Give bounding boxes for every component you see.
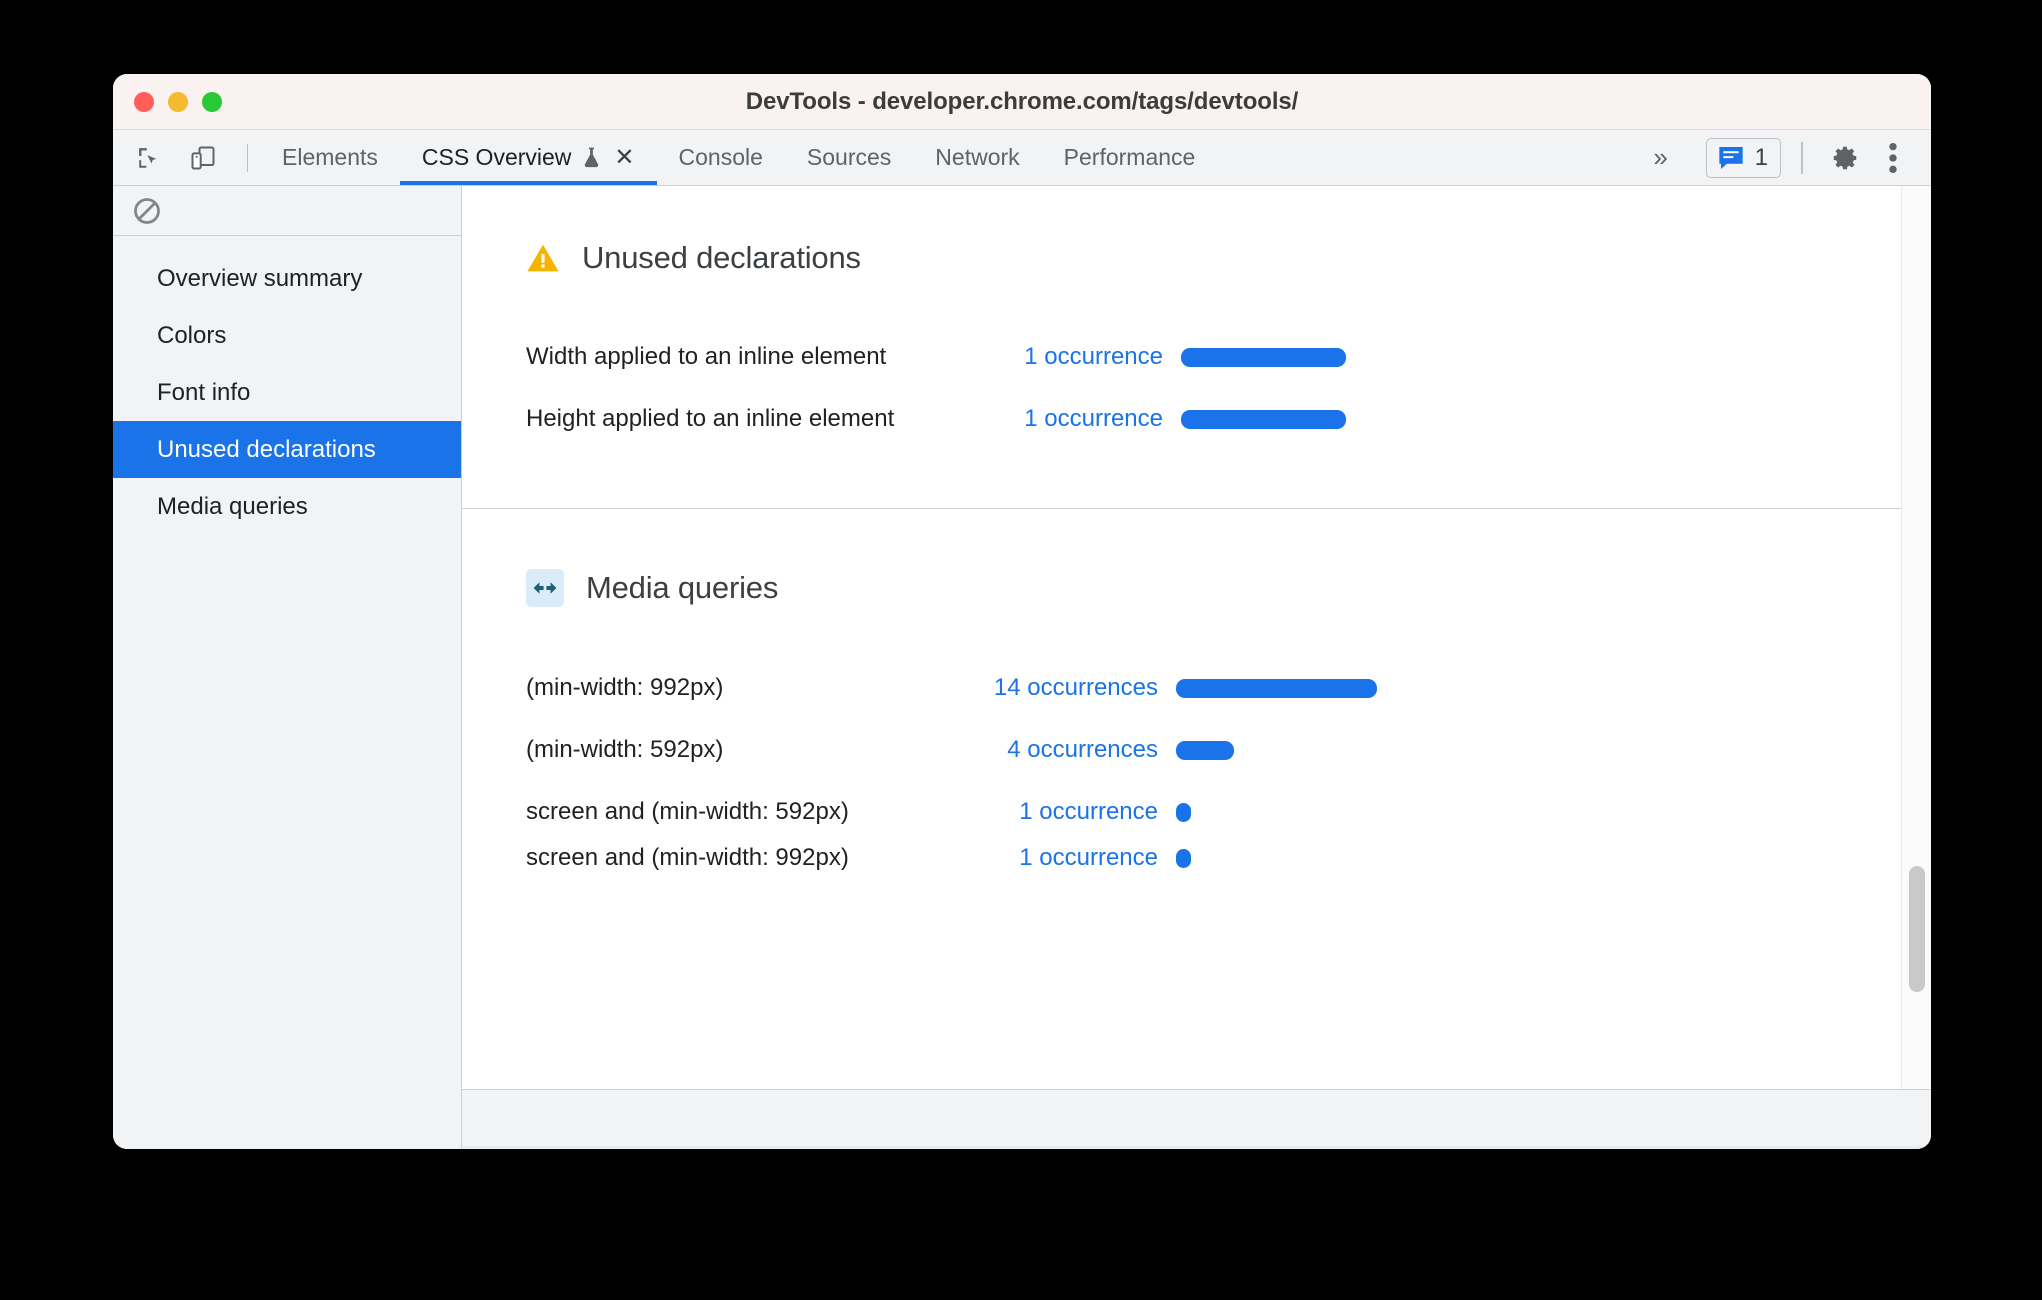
toolbar-left-icons [113,130,260,185]
row-bar [1181,347,1346,367]
row-bar [1176,678,1377,698]
tab-sources[interactable]: Sources [785,130,913,185]
row-occurrences-link[interactable]: 1 occurrence [966,343,1181,371]
clear-overview-button[interactable] [127,191,167,231]
content-scrollbar[interactable] [1901,186,1931,1089]
issues-counter-button[interactable]: 1 [1705,137,1781,178]
left-right-arrows-icon [526,569,564,607]
settings-button[interactable] [1823,136,1867,180]
sidebar-items: Overview summary Colors Font info Unused… [113,236,461,535]
tab-console[interactable]: Console [657,130,785,185]
tab-elements[interactable]: Elements [260,130,400,185]
unused-declaration-row[interactable]: Height applied to an inline element 1 oc… [526,388,1931,450]
row-occurrences-link[interactable]: 1 occurrence [946,798,1176,826]
tab-sources-label: Sources [806,144,892,170]
sidebar-item-font-info[interactable]: Font info [113,364,461,421]
row-label: screen and (min-width: 592px) [526,798,849,825]
warning-triangle-icon [527,244,559,272]
customize-devtools-button[interactable] [1871,136,1915,180]
sidebar-item-overview-summary[interactable]: Overview summary [113,250,461,307]
tab-console-label: Console [678,144,763,170]
sidebar-item-colors[interactable]: Colors [113,307,461,364]
tab-elements-label: Elements [282,144,378,170]
close-css-overview-tab-button[interactable]: ✕ [614,145,634,170]
row-bar [1176,802,1191,822]
gear-icon [1833,146,1857,169]
sidebar-item-label: Overview summary [157,264,363,292]
flask-icon [581,146,602,169]
more-vertical-icon [1889,142,1897,173]
device-toolbar-icon [191,146,215,169]
tab-network[interactable]: Network [913,130,1041,185]
scrollbar-thumb[interactable] [1909,866,1925,992]
devtools-toolbar: Elements CSS Overview ✕ Console Sources [113,130,1931,186]
css-overview-sidebar: Overview summary Colors Font info Unused… [113,186,462,1149]
row-label: Width applied to an inline element [526,343,887,370]
clear-overview-icon [134,197,160,224]
devtools-window: DevTools - developer.chrome.com/tags/dev… [113,74,1931,1149]
row-bar [1176,740,1234,760]
row-label: (min-width: 992px) [526,674,724,701]
row-occurrences-link[interactable]: 14 occurrences [946,674,1176,702]
tab-performance[interactable]: Performance [1042,130,1218,185]
row-bar [1176,848,1191,868]
issues-message-icon [1718,146,1743,169]
sidebar-item-unused-declarations[interactable]: Unused declarations [113,421,461,478]
inspect-cursor-icon [139,147,157,168]
tab-performance-label: Performance [1063,144,1196,170]
sidebar-toolbar [113,186,461,236]
screenshot-root: DevTools - developer.chrome.com/tags/dev… [0,0,2042,1300]
bottom-drawer [462,1089,1931,1149]
more-tabs-button[interactable]: » [1636,136,1686,180]
row-occurrences-link[interactable]: 4 occurrences [946,736,1176,764]
sidebar-item-label: Unused declarations [157,435,376,463]
toggle-device-toolbar-button[interactable] [181,136,225,180]
media-queries-section: Media queries (min-width: 992px) 14 occu… [462,509,1931,873]
section-title: Unused declarations [582,240,861,275]
css-overview-content-wrap: Unused declarations Width applied to an … [462,186,1931,1149]
css-overview-content: Unused declarations Width applied to an … [462,186,1931,1089]
sidebar-item-label: Colors [157,321,227,349]
unused-declarations-header: Unused declarations [526,240,1931,276]
toolbar-right-controls: » 1 [1636,130,1931,185]
issues-count: 1 [1754,143,1768,171]
row-occurrences-link[interactable]: 1 occurrence [946,846,1176,870]
toolbar-right-divider [1801,141,1803,174]
row-label: (min-width: 592px) [526,736,724,763]
window-titlebar: DevTools - developer.chrome.com/tags/dev… [113,74,1931,130]
media-query-row[interactable]: screen and (min-width: 592px) 1 occurren… [526,781,1931,843]
sidebar-item-media-queries[interactable]: Media queries [113,478,461,535]
panel-tabs: Elements CSS Overview ✕ Console Sources [260,130,1217,185]
window-title: DevTools - developer.chrome.com/tags/dev… [745,87,1299,115]
tab-css-overview[interactable]: CSS Overview ✕ [399,130,657,185]
media-queries-header: Media queries [526,569,1931,607]
media-query-row[interactable]: (min-width: 592px) 4 occurrences [526,719,1931,781]
tab-network-label: Network [935,144,1020,170]
sidebar-item-label: Media queries [157,492,308,520]
row-occurrences-link[interactable]: 1 occurrence [966,405,1181,433]
sidebar-item-label: Font info [157,378,251,406]
unused-declaration-row[interactable]: Width applied to an inline element 1 occ… [526,326,1931,388]
row-label: screen and (min-width: 992px) [526,844,849,871]
media-query-row[interactable]: screen and (min-width: 992px) 1 occurren… [526,843,1931,873]
row-bar [1181,409,1346,429]
devtools-body: Overview summary Colors Font info Unused… [113,186,1931,1149]
media-query-row[interactable]: (min-width: 992px) 14 occurrences [526,657,1931,719]
toolbar-divider [247,143,248,172]
inspect-element-button[interactable] [127,136,171,180]
row-label: Height applied to an inline element [526,405,895,432]
unused-declarations-section: Unused declarations Width applied to an … [462,186,1931,508]
tab-css-overview-label: CSS Overview [421,144,572,170]
section-title: Media queries [586,570,779,605]
